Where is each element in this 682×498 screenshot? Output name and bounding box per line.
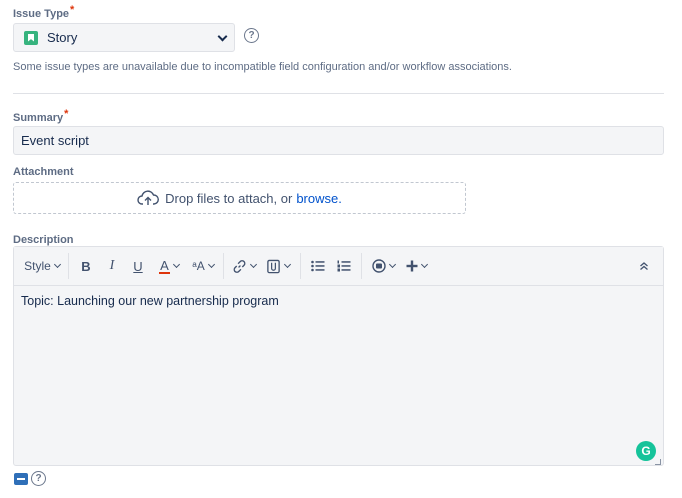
numbered-list-icon — [337, 260, 351, 272]
issue-type-label: Issue Type* — [13, 4, 75, 20]
issue-type-value: Story — [47, 30, 78, 45]
attachment-dropdown[interactable] — [260, 253, 296, 279]
required-mark: * — [70, 4, 75, 16]
story-icon — [24, 30, 38, 45]
issue-type-note: Some issue types are unavailable due to … — [13, 61, 512, 73]
insert-more-dropdown[interactable] — [400, 253, 432, 279]
summary-label: Summary* — [13, 108, 69, 124]
bold-button[interactable]: B — [73, 253, 99, 279]
browse-link[interactable]: browse. — [296, 191, 342, 206]
link-dropdown[interactable] — [228, 253, 260, 279]
link-icon — [233, 259, 246, 273]
help-icon[interactable]: ? — [244, 28, 259, 43]
chevron-up-icon — [640, 262, 648, 270]
attachment-icon — [267, 259, 280, 273]
chevron-down-icon — [217, 31, 228, 42]
grammarly-icon[interactable]: G — [636, 441, 656, 461]
text-color-dropdown[interactable]: A — [151, 253, 187, 279]
numbered-list-button[interactable] — [331, 253, 357, 279]
description-editor: Style B I U A ᵃA Topic: Launching our ne… — [13, 246, 664, 466]
required-mark: * — [64, 108, 69, 120]
text-mode-icon[interactable] — [14, 473, 28, 485]
cloud-upload-icon — [137, 190, 160, 205]
collapse-toolbar-button[interactable] — [631, 253, 657, 279]
create-issue-form: Issue Type* Story ? Some issue types are… — [0, 0, 682, 498]
attachment-dropzone[interactable]: Drop files to attach, or browse. — [13, 182, 466, 214]
help-icon[interactable]: ? — [31, 471, 46, 486]
underline-button[interactable]: U — [125, 253, 151, 279]
text-color-icon: A — [159, 257, 170, 274]
plus-icon — [406, 260, 417, 272]
editor-toolbar: Style B I U A ᵃA — [14, 247, 663, 286]
description-label: Description — [13, 234, 74, 246]
emoji-dropdown[interactable] — [366, 253, 400, 279]
style-dropdown[interactable]: Style — [20, 253, 64, 279]
more-formatting-dropdown[interactable]: ᵃA — [187, 253, 219, 279]
attachment-label: Attachment — [13, 166, 74, 178]
issue-type-select[interactable]: Story — [13, 23, 235, 52]
bullet-list-button[interactable] — [305, 253, 331, 279]
divider — [13, 93, 664, 94]
drop-text: Drop files to attach, or — [165, 190, 293, 206]
resize-handle[interactable] — [655, 459, 661, 465]
italic-button[interactable]: I — [99, 253, 125, 279]
emoji-icon — [371, 259, 386, 273]
bullet-list-icon — [311, 260, 325, 272]
description-textarea[interactable]: Topic: Launching our new partnership pro… — [14, 286, 663, 316]
summary-input[interactable] — [13, 126, 664, 155]
